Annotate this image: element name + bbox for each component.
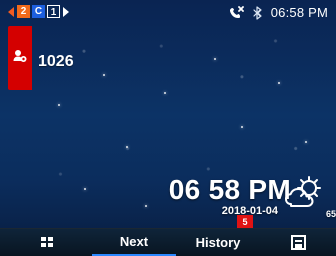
line-badge-orange: 2 [17,5,30,18]
account-label: 1026 [38,53,74,70]
account-tab[interactable] [8,26,32,90]
left-arrow-icon [8,6,14,17]
line-badge-blue: C [32,5,45,18]
bluetooth-icon [253,5,263,20]
system-status-group: 06:58 PM [229,5,328,20]
user-icon [12,48,28,68]
star-decor [214,58,216,60]
line-status-group: 2 C 1 [8,5,69,18]
star-decor [58,104,60,106]
next-softkey[interactable]: Next [92,229,176,256]
star-decor [164,92,166,94]
star-decor [241,126,243,128]
menu-icon [290,235,306,250]
history-softkey[interactable]: History [176,229,260,256]
menu-softkey[interactable] [260,229,336,256]
star-decor [84,188,86,190]
temperature-value: 65 [325,209,336,219]
history-label: History [195,235,241,250]
partly-cloudy-icon [284,176,324,212]
phone-missed-icon [229,5,245,20]
home-clock: 06 58 PM [168,174,291,205]
status-bar: 2 C 1 06:58 PM [0,0,336,30]
star-decor [103,74,105,76]
star-decor [145,205,147,207]
grid-icon [40,236,54,249]
status-time: 06:58 PM [270,5,328,20]
apps-softkey[interactable] [8,229,86,256]
line-badge-outline: 1 [47,5,60,18]
star-decor [278,82,280,84]
star-decor [126,146,128,148]
softkey-bar: Next History [0,228,336,256]
next-label: Next [119,234,149,249]
phone-screen: 2 C 1 06:58 PM 1026 06 58 PM 2018-01-04 … [0,0,336,256]
right-arrow-icon [63,6,69,17]
star-decor [305,141,307,143]
